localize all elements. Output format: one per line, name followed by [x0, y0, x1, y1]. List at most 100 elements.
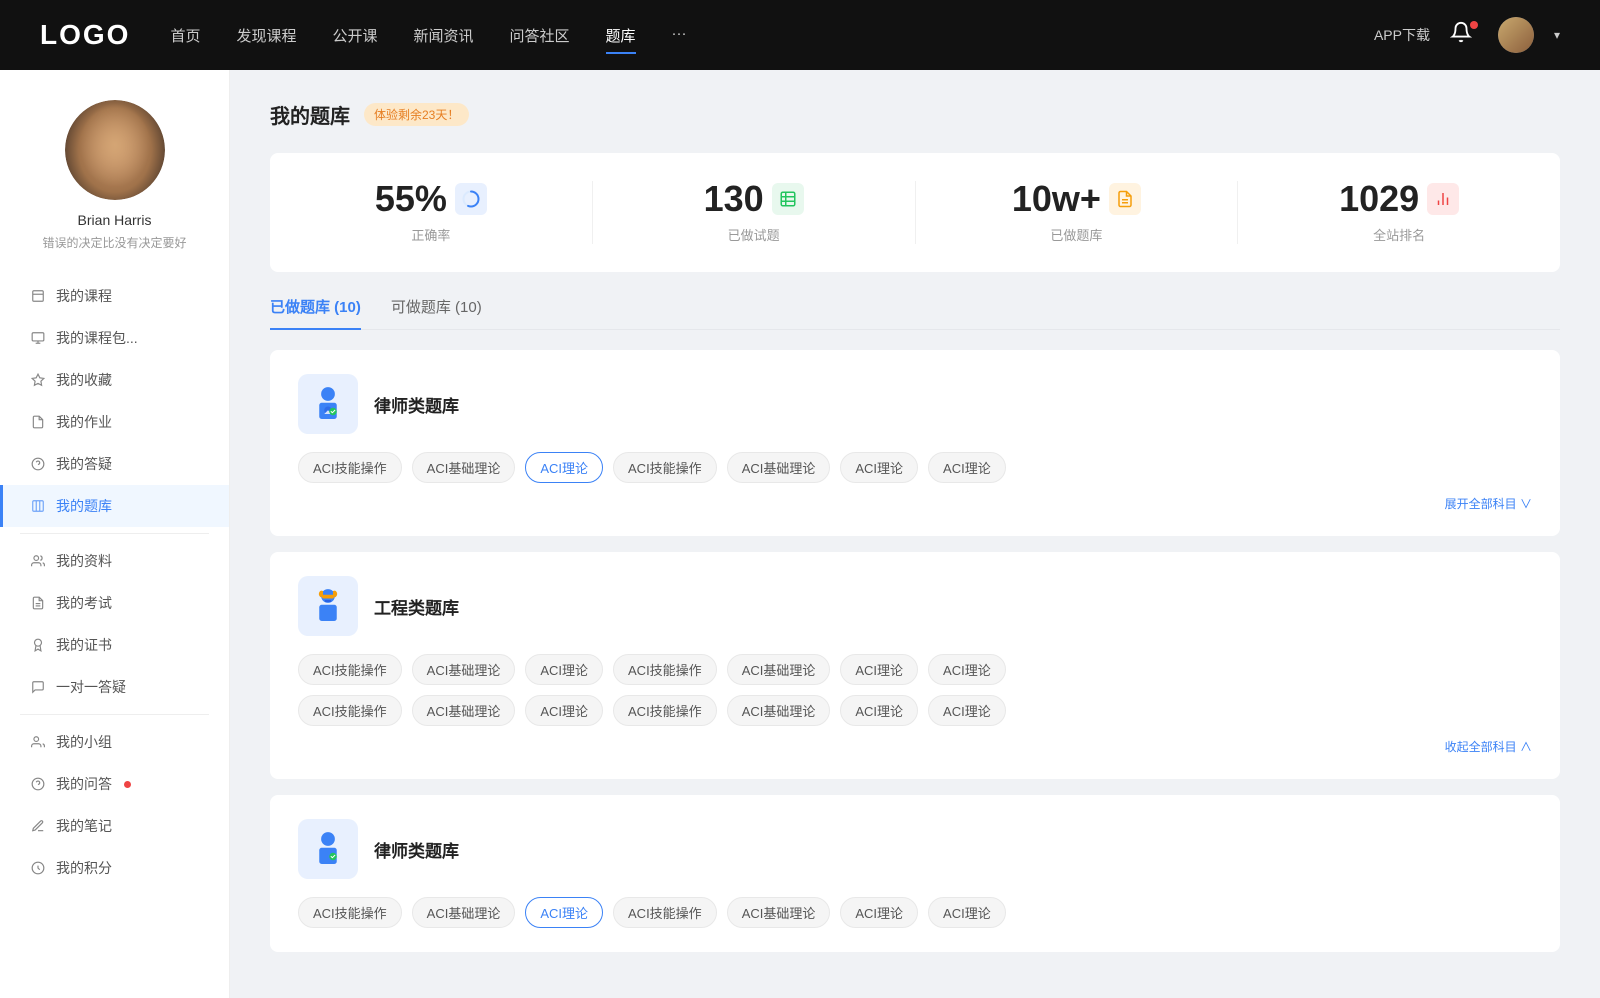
tags-row-engineer-2: ACI技能操作 ACI基础理论 ACI理论 ACI技能操作 ACI基础理论 AC…	[298, 695, 1532, 726]
sidebar-item-bank[interactable]: 我的题库	[0, 485, 229, 527]
done-banks-icon	[1109, 183, 1141, 215]
eng-tag-3[interactable]: ACI技能操作	[613, 654, 717, 685]
tag-0[interactable]: ACI技能操作	[298, 452, 402, 483]
tab-available-banks[interactable]: 可做题库 (10)	[391, 296, 482, 329]
sidebar-username: Brian Harris	[78, 212, 152, 228]
eng-tag-6[interactable]: ACI理论	[928, 654, 1006, 685]
tag-3[interactable]: ACI技能操作	[613, 452, 717, 483]
tags-row-lawyer-1: ACI技能操作 ACI基础理论 ACI理论 ACI技能操作 ACI基础理论 AC…	[298, 452, 1532, 483]
tabs-row: 已做题库 (10) 可做题库 (10)	[270, 296, 1560, 330]
tag-2[interactable]: ACI理论	[525, 452, 603, 483]
stat-done-banks: 10w+ 已做题库	[916, 181, 1239, 244]
sidebar-label-bank: 我的题库	[56, 496, 112, 516]
law2-tag-2[interactable]: ACI理论	[525, 897, 603, 928]
trial-badge: 体验剩余23天！	[364, 103, 469, 126]
stat-global-rank: 1029 全站排名	[1238, 181, 1560, 244]
sidebar-item-cert[interactable]: 我的证书	[0, 624, 229, 666]
nav-bank[interactable]: 题库	[606, 21, 636, 50]
global-rank-icon	[1427, 183, 1459, 215]
bank-title-engineer: 工程类题库	[374, 594, 459, 619]
bank-card-header-3: 律师类题库	[298, 819, 1532, 879]
done-questions-value: 130	[704, 181, 764, 217]
sidebar-item-my-course[interactable]: 我的课程	[0, 275, 229, 317]
sidebar-label-points: 我的积分	[56, 858, 112, 878]
accuracy-icon	[455, 183, 487, 215]
sidebar-label-course-pkg: 我的课程包...	[56, 328, 138, 348]
eng2-tag-6[interactable]: ACI理论	[928, 695, 1006, 726]
my-course-icon	[30, 288, 46, 304]
law2-tag-0[interactable]: ACI技能操作	[298, 897, 402, 928]
eng2-tag-2[interactable]: ACI理论	[525, 695, 603, 726]
law2-tag-5[interactable]: ACI理论	[840, 897, 918, 928]
collapse-link-2[interactable]: 收起全部科目 ∧	[298, 738, 1532, 755]
tag-5[interactable]: ACI理论	[840, 452, 918, 483]
bell-button[interactable]	[1450, 21, 1478, 49]
page-body: Brian Harris 错误的决定比没有决定要好 我的课程 我的课程包...	[0, 70, 1600, 998]
my-qa-icon	[30, 776, 46, 792]
eng-tag-0[interactable]: ACI技能操作	[298, 654, 402, 685]
bank-card-lawyer-1: 律师类题库 ACI技能操作 ACI基础理论 ACI理论 ACI技能操作 ACI基…	[270, 350, 1560, 536]
sidebar-item-homework[interactable]: 我的作业	[0, 401, 229, 443]
tab-done-banks[interactable]: 已做题库 (10)	[270, 296, 361, 329]
done-questions-label: 已做试题	[728, 225, 780, 244]
stats-card: 55% 正确率 130	[270, 153, 1560, 272]
logo: LOGO	[40, 19, 130, 51]
main-content: 我的题库 体验剩余23天！ 55% 正确率	[230, 70, 1600, 998]
law2-tag-1[interactable]: ACI基础理论	[412, 897, 516, 928]
global-rank-value: 1029	[1339, 181, 1419, 217]
sidebar-item-exams[interactable]: 我的考试	[0, 582, 229, 624]
sidebar-label-favorites: 我的收藏	[56, 370, 112, 390]
navbar: LOGO 首页 发现课程 公开课 新闻资讯 问答社区 题库 ··· APP下载 …	[0, 0, 1600, 70]
sidebar-item-points[interactable]: 我的积分	[0, 847, 229, 889]
points-icon	[30, 860, 46, 876]
sidebar-item-favorites[interactable]: 我的收藏	[0, 359, 229, 401]
sidebar-motto: 错误的决定比没有决定要好	[42, 234, 186, 251]
law2-tag-6[interactable]: ACI理论	[928, 897, 1006, 928]
expand-link-1[interactable]: 展开全部科目 ∨	[298, 495, 1532, 512]
eng2-tag-3[interactable]: ACI技能操作	[613, 695, 717, 726]
nav-open-course[interactable]: 公开课	[332, 21, 377, 50]
tag-6[interactable]: ACI理论	[928, 452, 1006, 483]
stat-done-questions: 130 已做试题	[593, 181, 916, 244]
eng-tag-2[interactable]: ACI理论	[525, 654, 603, 685]
sidebar-label-profile: 我的资料	[56, 551, 112, 571]
eng2-tag-4[interactable]: ACI基础理论	[727, 695, 831, 726]
sidebar-item-course-pkg[interactable]: 我的课程包...	[0, 317, 229, 359]
1on1-icon	[30, 679, 46, 695]
sidebar-label-exams: 我的考试	[56, 593, 112, 613]
sidebar-item-my-qa[interactable]: 我的问答	[0, 763, 229, 805]
law2-tag-3[interactable]: ACI技能操作	[613, 897, 717, 928]
sidebar-item-group[interactable]: 我的小组	[0, 721, 229, 763]
sidebar-item-1on1[interactable]: 一对一答疑	[0, 666, 229, 708]
nav-home[interactable]: 首页	[170, 21, 200, 50]
eng-tag-5[interactable]: ACI理论	[840, 654, 918, 685]
nav-more[interactable]: ···	[672, 21, 687, 50]
sidebar-label-1on1: 一对一答疑	[56, 677, 126, 697]
nav-news[interactable]: 新闻资讯	[414, 21, 474, 50]
sidebar-item-profile[interactable]: 我的资料	[0, 540, 229, 582]
sidebar-divider-2	[20, 714, 209, 715]
sidebar-label-my-qa: 我的问答	[56, 774, 112, 794]
user-avatar[interactable]	[1498, 17, 1534, 53]
notes-icon	[30, 818, 46, 834]
homework-icon	[30, 414, 46, 430]
favorites-icon	[30, 372, 46, 388]
sidebar-item-qa[interactable]: 我的答疑	[0, 443, 229, 485]
user-menu-chevron[interactable]: ▾	[1554, 28, 1560, 42]
sidebar-item-notes[interactable]: 我的笔记	[0, 805, 229, 847]
nav-discover[interactable]: 发现课程	[236, 21, 296, 50]
eng-tag-1[interactable]: ACI基础理论	[412, 654, 516, 685]
eng2-tag-1[interactable]: ACI基础理论	[412, 695, 516, 726]
tag-1[interactable]: ACI基础理论	[412, 452, 516, 483]
nav-qa[interactable]: 问答社区	[510, 21, 570, 50]
eng-tag-4[interactable]: ACI基础理论	[727, 654, 831, 685]
law2-tag-4[interactable]: ACI基础理论	[727, 897, 831, 928]
eng2-tag-0[interactable]: ACI技能操作	[298, 695, 402, 726]
page-title: 我的题库	[270, 100, 350, 129]
eng2-tag-5[interactable]: ACI理论	[840, 695, 918, 726]
bank-title-lawyer-1: 律师类题库	[374, 392, 459, 417]
done-banks-value: 10w+	[1012, 181, 1101, 217]
app-download-button[interactable]: APP下载	[1374, 25, 1430, 45]
tag-4[interactable]: ACI基础理论	[727, 452, 831, 483]
cert-icon	[30, 637, 46, 653]
